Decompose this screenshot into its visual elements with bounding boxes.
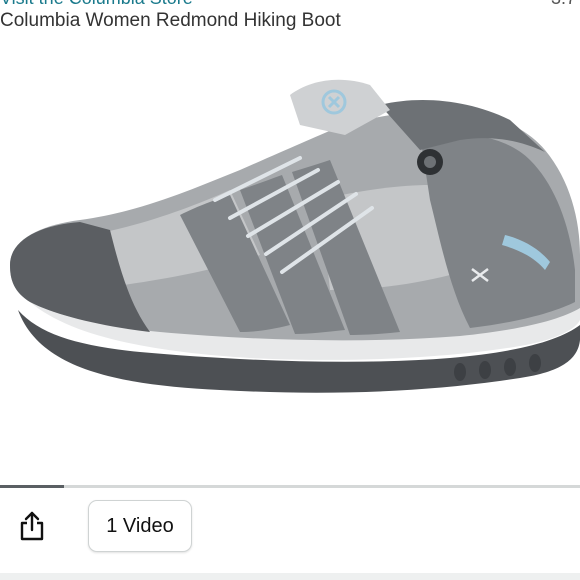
share-icon [20, 511, 44, 541]
rating-value[interactable]: 3.7 [551, 0, 576, 9]
video-button[interactable]: 1 Video [88, 500, 192, 552]
product-image[interactable] [0, 40, 580, 480]
section-divider [0, 573, 580, 580]
visit-store-link[interactable]: Visit the Columbia Store [0, 0, 193, 9]
share-button[interactable] [14, 508, 50, 544]
product-title: Columbia Women Redmond Hiking Boot [0, 10, 341, 31]
hiking-boot-image [10, 79, 580, 393]
image-carousel-progress [0, 485, 580, 488]
image-carousel-progress-fill [0, 485, 64, 488]
